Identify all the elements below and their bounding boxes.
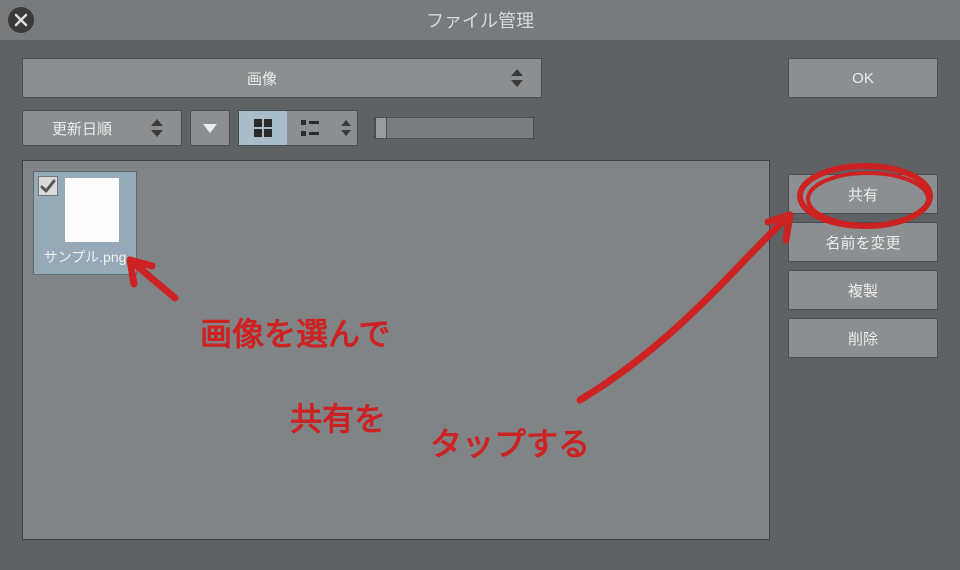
toolbar-row-2: 更新日順	[22, 110, 770, 146]
category-label: 画像	[247, 68, 277, 89]
content: 画像 更新日順	[0, 40, 960, 558]
sort-direction-button[interactable]	[190, 110, 230, 146]
ok-label: OK	[852, 70, 874, 87]
category-dropdown[interactable]: 画像	[22, 58, 542, 98]
file-checkbox[interactable]	[38, 176, 58, 196]
titlebar: ファイル管理	[0, 0, 960, 40]
grid-view-button[interactable]	[239, 111, 287, 145]
view-toggle	[238, 110, 358, 146]
list-view-button[interactable]	[287, 111, 335, 145]
delete-label: 削除	[848, 328, 878, 349]
check-icon	[40, 178, 56, 194]
slider-handle[interactable]	[375, 117, 387, 139]
grid-icon	[254, 119, 272, 137]
spinner-icon	[151, 111, 175, 145]
right-pane: OK 共有 名前を変更 複製 削除	[788, 58, 938, 540]
sort-label: 更新日順	[52, 118, 112, 139]
share-button[interactable]: 共有	[788, 174, 938, 214]
close-button[interactable]	[8, 7, 34, 33]
file-name: サンプル.png	[44, 248, 127, 266]
left-pane: 画像 更新日順	[22, 58, 770, 540]
delete-button[interactable]: 削除	[788, 318, 938, 358]
file-item[interactable]: サンプル.png	[33, 171, 137, 275]
close-icon	[14, 13, 28, 27]
toolbar-row-1: 画像	[22, 58, 770, 98]
share-label: 共有	[848, 184, 878, 205]
triangle-down-icon	[203, 124, 217, 133]
ok-button[interactable]: OK	[788, 58, 938, 98]
zoom-slider[interactable]	[374, 117, 534, 139]
rename-button[interactable]: 名前を変更	[788, 222, 938, 262]
sort-dropdown[interactable]: 更新日順	[22, 110, 182, 146]
file-thumbnail	[65, 178, 119, 242]
duplicate-label: 複製	[848, 280, 878, 301]
view-size-spinner[interactable]	[335, 111, 357, 145]
spinner-icon	[511, 59, 535, 97]
window-title: ファイル管理	[0, 7, 960, 33]
list-icon	[301, 120, 321, 136]
rename-label: 名前を変更	[825, 232, 900, 253]
duplicate-button[interactable]: 複製	[788, 270, 938, 310]
file-grid: サンプル.png	[22, 160, 770, 540]
